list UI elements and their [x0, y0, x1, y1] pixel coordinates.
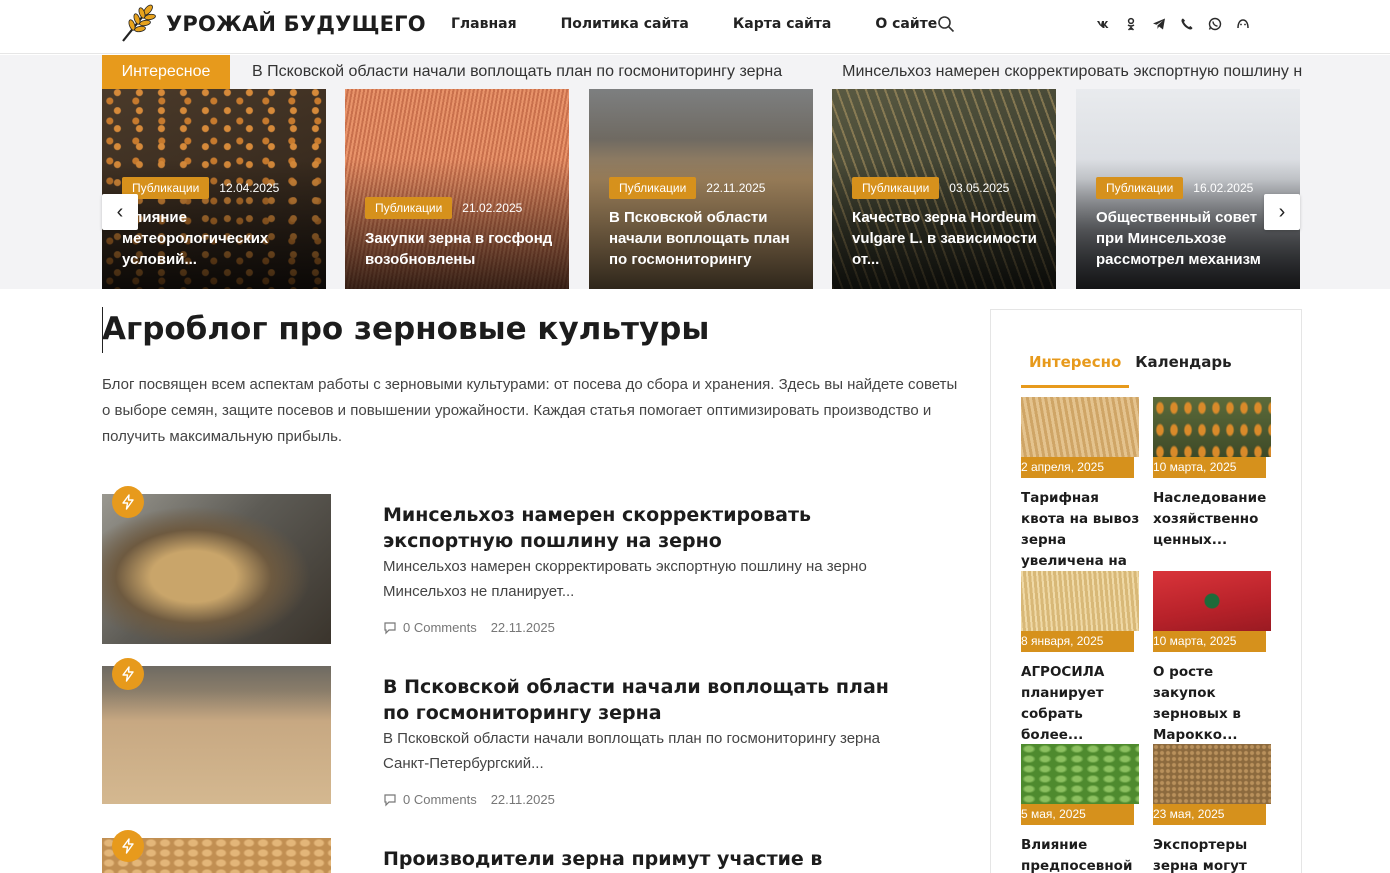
post-comments[interactable]: 0 Comments	[403, 620, 477, 635]
sidebar-post[interactable]: 5 мая, 2025 Влияние предпосевной	[1021, 744, 1139, 873]
featured-card[interactable]: Публикации 16.02.2025 Общественный совет…	[1076, 89, 1300, 289]
card-title[interactable]: Закупки зерна в госфонд возобновлены	[365, 228, 557, 270]
featured-card[interactable]: Публикации 12.04.2025 Влияние метеоролог…	[102, 89, 326, 289]
news-ticker: В Псковской области начали воплощать пла…	[252, 55, 1302, 89]
card-title[interactable]: В Псковской области начали воплощать пла…	[609, 207, 801, 270]
tab-interesting[interactable]: Интересно	[1021, 340, 1130, 388]
site-logo[interactable]: УРОЖАЙ БУДУЩЕГО	[117, 3, 426, 45]
featured-card[interactable]: Публикации 22.11.2025 В Псковской област…	[589, 89, 813, 289]
odnoklassniki-icon[interactable]	[1122, 15, 1140, 33]
sidebar-post-image	[1153, 571, 1271, 631]
search-icon[interactable]	[937, 15, 955, 33]
sidebar-tabs: Интересно Календарь	[1021, 340, 1240, 388]
card-date: 16.02.2025	[1193, 181, 1254, 195]
main-nav: Главная Политика сайта Карта сайта О сай…	[451, 16, 981, 32]
comment-icon	[384, 621, 396, 634]
sidebar-post-image	[1153, 397, 1271, 457]
comment-icon	[384, 793, 396, 806]
sidebar-post[interactable]: 23 мая, 2025 Экспортеры зерна могут	[1153, 744, 1271, 873]
featured-card[interactable]: Публикации 03.05.2025 Качество зерна Hor…	[832, 89, 1056, 289]
carousel-next-button[interactable]: ›	[1264, 194, 1300, 230]
nav-sitemap[interactable]: Карта сайта	[733, 16, 831, 32]
sidebar-post-image	[1153, 744, 1271, 804]
carousel-prev-button[interactable]: ‹	[102, 194, 138, 230]
max-icon[interactable]	[1234, 15, 1252, 33]
ticker-item[interactable]: Минсельхоз намерен скорректировать экспо…	[842, 63, 1302, 81]
sidebar-post-date: 2 апреля, 2025	[1021, 457, 1134, 478]
vk-icon[interactable]	[1094, 15, 1112, 33]
sidebar-post-title[interactable]: АГРОСИЛА планирует собрать более...	[1021, 662, 1143, 746]
sidebar-post[interactable]: 10 марта, 2025 О росте закупок зерновых …	[1153, 571, 1271, 743]
sidebar-post[interactable]: 10 марта, 2025 Наследование хозяйственно…	[1153, 397, 1271, 548]
card-title[interactable]: Общественный совет при Минсельхозе рассм…	[1096, 207, 1288, 270]
card-title[interactable]: Влияние метеорологических условий...	[122, 207, 314, 270]
post-comments[interactable]: 0 Comments	[403, 792, 477, 807]
card-date: 12.04.2025	[219, 181, 280, 195]
sidebar-post-title[interactable]: Наследование хозяйственно ценных...	[1153, 488, 1275, 551]
nav-home[interactable]: Главная	[451, 16, 517, 32]
post-title[interactable]: Производители зерна примут участие в	[383, 846, 903, 872]
sidebar-post-image	[1021, 397, 1139, 457]
sidebar-post-date: 23 мая, 2025	[1153, 804, 1266, 825]
sidebar-post-title[interactable]: О росте закупок зерновых в Марокко...	[1153, 662, 1275, 746]
flash-icon	[112, 658, 144, 690]
page-intro: Блог посвящен всем аспектам работы с зер…	[102, 376, 958, 445]
sidebar-post-image	[1021, 744, 1139, 804]
featured-card[interactable]: Публикации 21.02.2025 Закупки зерна в го…	[345, 89, 569, 289]
sidebar-post[interactable]: 2 апреля, 2025 Тарифная квота на вывоз з…	[1021, 397, 1139, 590]
sidebar-post-date: 10 марта, 2025	[1153, 457, 1266, 478]
ticker-label: Интересное	[102, 55, 230, 89]
sidebar-post[interactable]: 8 января, 2025 АГРОСИЛА планирует собрат…	[1021, 571, 1139, 743]
category-badge[interactable]: Публикации	[609, 177, 697, 199]
logo-text: УРОЖАЙ БУДУЩЕГО	[166, 12, 426, 36]
post-date: 22.11.2025	[490, 792, 555, 807]
card-date: 22.11.2025	[706, 181, 766, 195]
page-title: Агроблог про зерновые культуры	[102, 311, 710, 347]
ticker-item[interactable]: В Псковской области начали воплощать пла…	[252, 63, 782, 81]
tab-calendar[interactable]: Календарь	[1129, 340, 1239, 388]
telegram-icon[interactable]	[1150, 15, 1168, 33]
post-excerpt: Минсельхоз намерен скорректировать экспо…	[383, 558, 867, 600]
category-badge[interactable]: Публикации	[365, 197, 453, 219]
flash-icon	[112, 486, 144, 518]
site-header: УРОЖАЙ БУДУЩЕГО Главная Политика сайта К…	[0, 0, 1390, 54]
sidebar-post-title[interactable]: Экспортеры зерна могут	[1153, 835, 1275, 873]
sidebar-post-date: 5 мая, 2025	[1021, 804, 1134, 825]
category-badge[interactable]: Публикации	[1096, 177, 1184, 199]
nav-site-policy[interactable]: Политика сайта	[561, 16, 689, 32]
wheat-logo-icon	[122, 4, 156, 42]
nav-about[interactable]: О сайте	[875, 16, 937, 32]
flash-icon	[112, 830, 144, 862]
sidebar-post-title[interactable]: Влияние предпосевной	[1021, 835, 1143, 873]
card-date: 21.02.2025	[462, 201, 523, 215]
social-links	[1094, 15, 1262, 33]
post-thumbnail[interactable]	[102, 494, 331, 644]
featured-strip: Интересное В Псковской области начали во…	[0, 55, 1390, 289]
post-title[interactable]: В Псковской области начали воплощать пла…	[383, 674, 903, 726]
card-title[interactable]: Качество зерна Hordeum vulgare L. в зави…	[852, 207, 1044, 270]
post-date: 22.11.2025	[490, 620, 555, 635]
sidebar-post-image	[1021, 571, 1139, 631]
post-item: Производители зерна примут участие в	[102, 830, 962, 873]
category-badge[interactable]: Публикации	[852, 177, 940, 199]
post-excerpt: В Псковской области начали воплощать пла…	[383, 730, 881, 772]
sidebar-post-date: 10 марта, 2025	[1153, 631, 1266, 652]
post-title[interactable]: Минсельхоз намерен скорректировать экспо…	[383, 502, 903, 554]
card-date: 03.05.2025	[949, 181, 1010, 195]
featured-carousel: Публикации 12.04.2025 Влияние метеоролог…	[102, 89, 1300, 289]
post-item: Минсельхоз намерен скорректировать экспо…	[102, 486, 962, 654]
sidebar-widget: Интересно Календарь 2 апреля, 2025 Тариф…	[990, 309, 1302, 873]
viber-icon[interactable]	[1178, 15, 1196, 33]
sidebar-post-date: 8 января, 2025	[1021, 631, 1134, 652]
whatsapp-icon[interactable]	[1206, 15, 1224, 33]
post-item: В Псковской области начали воплощать пла…	[102, 658, 962, 816]
